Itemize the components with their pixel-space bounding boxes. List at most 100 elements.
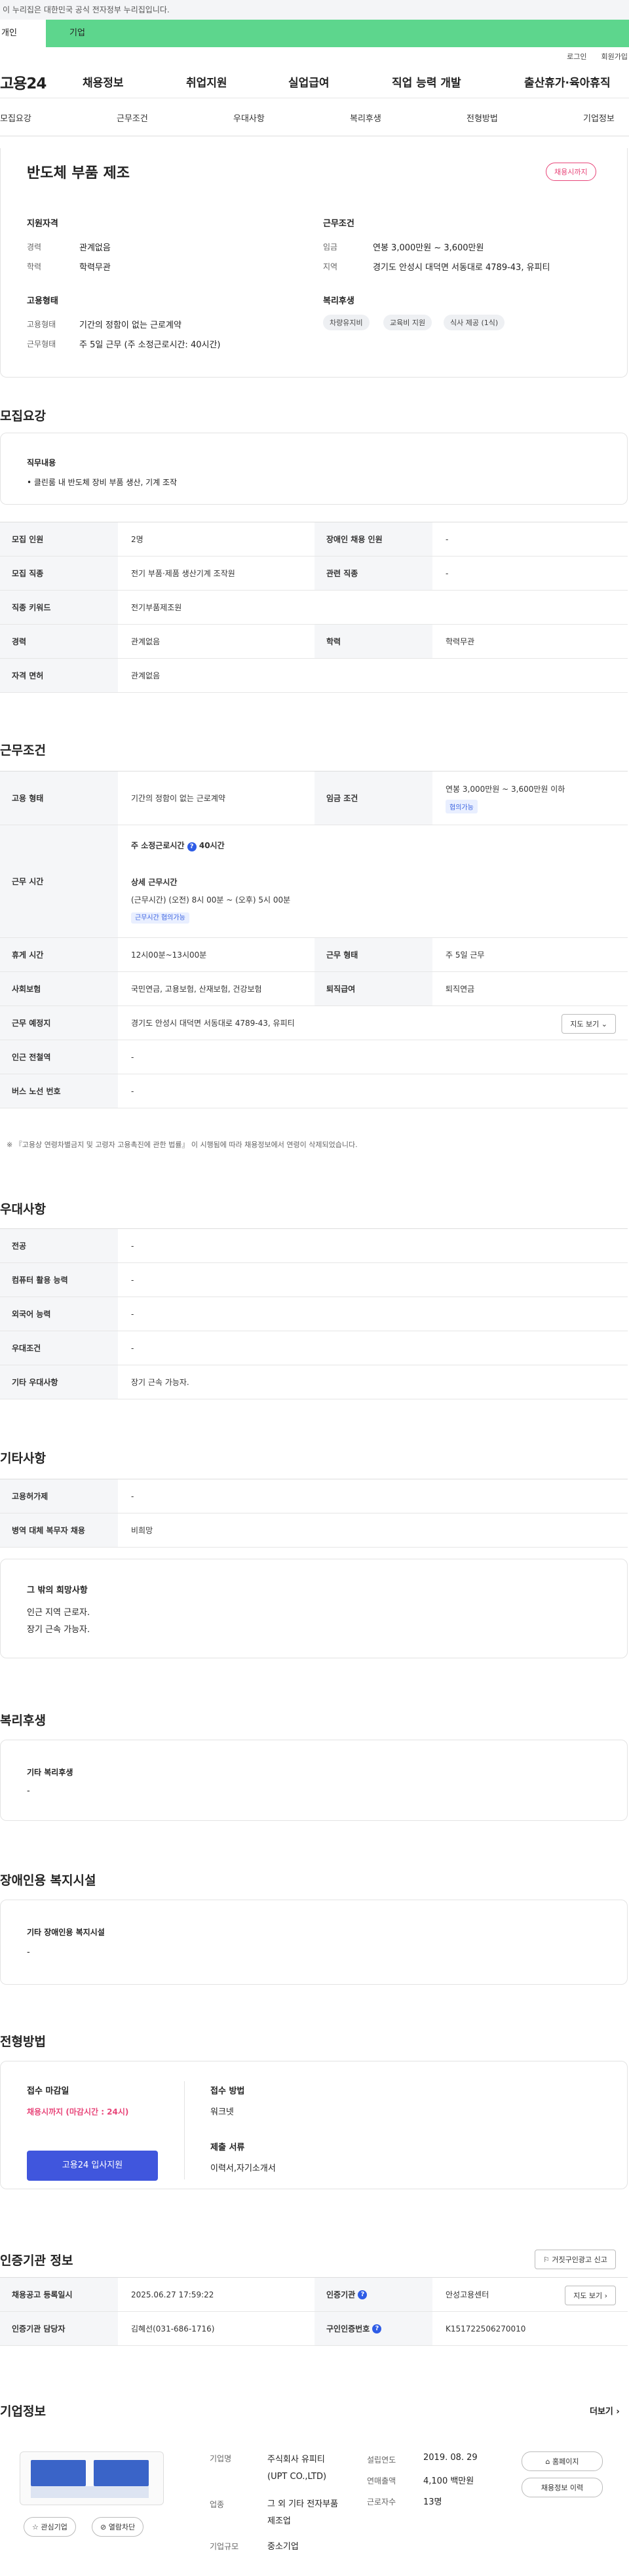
table-row: 경력 관계없음 학력 학력무관 xyxy=(0,625,628,659)
th: 컴퓨터 활용 능력 xyxy=(0,1263,118,1297)
subnav-recruit[interactable]: 모집요강 xyxy=(0,111,31,124)
td: 전기 부품·제품 생산기계 조작원 xyxy=(131,569,235,578)
login-link[interactable]: 로그인 xyxy=(567,51,586,62)
td: 관계없음 xyxy=(131,671,161,680)
report-button[interactable]: ⚐ 거짓구인광고 신고 xyxy=(535,2250,616,2269)
table-row: 기타 우대사항 장기 근속 가능자. xyxy=(0,1365,628,1399)
td: 학력무관 xyxy=(446,637,475,646)
th: 자격 면허 xyxy=(0,659,118,692)
td: 관계없음 xyxy=(131,637,161,646)
subnav-company[interactable]: 기업정보 xyxy=(583,111,615,124)
wage-value: 연봉 3,000만원 ~ 3,600만원 이하 xyxy=(446,784,565,794)
hours-week-label: 주 소정근로시간 xyxy=(131,841,185,850)
table-row: 모집 인원 2명 장애인 채용 인원 - xyxy=(0,522,628,556)
wish-line: 인근 지역 근로자. xyxy=(27,1608,90,1618)
value-size: 중소기업 xyxy=(267,2542,299,2552)
th: 퇴직급여 xyxy=(314,972,432,1005)
agency-table: 채용공고 등록일시 2025.06.27 17:59:22 인증기관 ? 안성고… xyxy=(0,2277,628,2346)
th: 버스 노선 번호 xyxy=(0,1074,118,1108)
th: 전공 xyxy=(0,1229,118,1262)
menu-training[interactable]: 직업 능력 개발 xyxy=(392,73,461,90)
td: - xyxy=(131,1343,134,1353)
section-disab-title: 장애인용 복지시설 xyxy=(0,1873,96,1888)
block-view-button[interactable]: ⊘ 열람차단 xyxy=(92,2517,144,2537)
map-button[interactable]: 지도 보기 ⌄ xyxy=(562,1014,616,1034)
th-agency: 인증기관 ? xyxy=(314,2278,432,2311)
subnav-select[interactable]: 전형방법 xyxy=(467,111,498,124)
map-button-label: 지도 보기 xyxy=(570,1020,600,1028)
hours-detail-heading: 상세 근무시간 xyxy=(131,878,178,887)
th-cert: 구인인증번호 ? xyxy=(314,2312,432,2345)
duty-box: 직무내용 • 클린룸 내 반도체 장비 부품 생산, 기계 조작 xyxy=(0,433,628,505)
subnav-benefit[interactable]: 복리후생 xyxy=(350,111,381,124)
more-link[interactable]: 더보기 › xyxy=(590,2404,620,2417)
hours-week-value: 40시간 xyxy=(199,841,225,850)
label-region: 지역 xyxy=(323,262,338,271)
subnav-work[interactable]: 근무조건 xyxy=(117,111,148,124)
help-icon[interactable]: ? xyxy=(372,2324,382,2333)
label-emp-type: 고용형태 xyxy=(27,320,56,329)
disab-value: - xyxy=(27,1947,30,1957)
job-summary-card: 반도체 부품 제조 채용시까지 지원자격 경력 관계없음 학력 학력무관 근무조… xyxy=(0,148,628,378)
like-company-button[interactable]: ☆ 관심기업 xyxy=(24,2517,76,2537)
table-row: 외국어 능력 - xyxy=(0,1297,628,1331)
report-label: 거짓구인광고 신고 xyxy=(552,2255,607,2264)
pref-table: 전공 - 컴퓨터 활용 능력 - 외국어 능력 - 우대조건 - 기타 우대사항 장기 근… xyxy=(0,1228,628,1399)
menu-jobs[interactable]: 채용정보 xyxy=(83,73,124,90)
td: 2명 xyxy=(131,535,143,544)
homepage-button[interactable]: ⌂ 홈페이지 xyxy=(522,2451,603,2471)
cond-heading: 근무조건 xyxy=(323,219,354,229)
select-box: 접수 마감일 채용시까지 (마감시간 : 24시) 고용24 입사지원 접수 방… xyxy=(0,2061,628,2189)
value-region: 경기도 안성시 대덕면 서동대로 4789-43, 유피티 xyxy=(373,263,550,273)
td: - xyxy=(446,534,449,544)
table-row: 컴퓨터 활용 능력 - xyxy=(0,1263,628,1297)
history-button[interactable]: 채용정보 이력 xyxy=(522,2478,603,2497)
label-size: 기업규모 xyxy=(210,2542,239,2551)
signup-link[interactable]: 회원가입 xyxy=(601,51,628,62)
home-icon: ⌂ xyxy=(545,2457,550,2466)
section-company-title: 기업정보 xyxy=(0,2404,46,2419)
disab-heading: 기타 장애인용 복지시설 xyxy=(27,1928,105,1937)
table-row: 병역 대체 복무자 채용 비희망 xyxy=(0,1513,628,1548)
company-image xyxy=(31,2460,86,2486)
help-icon[interactable]: ? xyxy=(187,842,197,851)
tab-company[interactable]: 기업 xyxy=(46,20,629,47)
welfare-chip: 식사 제공 (1식) xyxy=(444,315,505,330)
value-edu: 학력무관 xyxy=(79,263,111,273)
section-agency-title: 인증기관 정보 xyxy=(0,2254,73,2268)
agency-map-button[interactable]: 지도 보기 › xyxy=(565,2286,616,2305)
menu-employment-support[interactable]: 취업지원 xyxy=(186,73,227,90)
label-wage: 임금 xyxy=(323,243,338,252)
table-row: 근무 예정지 경기도 안성시 대덕면 서동대로 4789-43, 유피티 지도 … xyxy=(0,1006,628,1040)
subnav-pref[interactable]: 우대사항 xyxy=(233,111,265,124)
td: 경기도 안성시 대덕면 서동대로 4789-43, 유피티 xyxy=(131,1019,295,1028)
chevron-right-icon: › xyxy=(616,2407,620,2417)
value-sales: 4,100 백만원 xyxy=(423,2476,474,2486)
deadline-badge: 채용시까지 xyxy=(546,163,596,181)
td-hours: 주 소정근로시간 ? 40시간 상세 근무시간 (근무시간) (오전) 8시 0… xyxy=(118,825,628,937)
welfare-heading: 복리후생 xyxy=(323,296,354,306)
chevron-right-icon: › xyxy=(604,2292,607,2300)
label-employees: 근로자수 xyxy=(367,2497,396,2507)
benefit-value: - xyxy=(27,1786,30,1796)
job-title: 반도체 부품 제조 xyxy=(27,165,130,182)
help-icon[interactable]: ? xyxy=(358,2290,368,2299)
table-row: 자격 면허 관계없음 xyxy=(0,659,628,693)
label-company-name: 기업명 xyxy=(210,2454,232,2463)
th: 고용허가제 xyxy=(0,1479,118,1513)
menu-unemployment[interactable]: 실업급여 xyxy=(288,73,330,90)
td: 국민연금, 고용보험, 산재보험, 건강보험 xyxy=(131,985,262,994)
table-row: 휴게 시간 12시00분~13시00분 근무 형태 주 5일 근무 xyxy=(0,938,628,972)
th: 병역 대체 복무자 채용 xyxy=(0,1513,118,1547)
td: 2025.06.27 17:59:22 xyxy=(131,2290,214,2299)
deadline-value: 채용시까지 (마감시간 : 24시) xyxy=(27,2107,129,2117)
value-industry: 그 외 기타 전자부품 제조업 xyxy=(267,2499,339,2526)
menu-leave[interactable]: 출산휴가·육아휴직 xyxy=(524,73,611,90)
logo[interactable]: 고용24 xyxy=(0,71,47,93)
table-row: 전공 - xyxy=(0,1229,628,1263)
homepage-label: 홈페이지 xyxy=(552,2457,579,2466)
table-row: 근무 시간 주 소정근로시간 ? 40시간 상세 근무시간 (근무시간) (오전… xyxy=(0,825,628,938)
tab-personal[interactable]: 개인 xyxy=(0,20,46,47)
apply-button[interactable]: 고용24 입사지원 xyxy=(27,2151,158,2181)
agency-label: 인증기관 xyxy=(326,2290,356,2299)
